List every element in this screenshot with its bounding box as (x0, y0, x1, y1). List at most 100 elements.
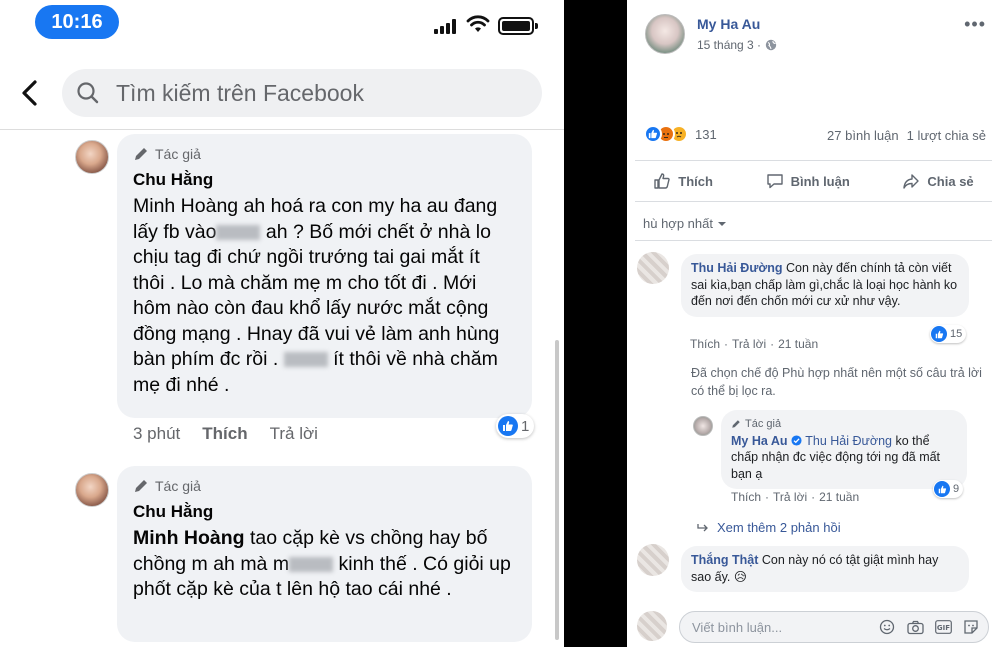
like-link[interactable]: Thích (731, 490, 761, 504)
search-input[interactable] (116, 69, 526, 117)
comment-button[interactable]: Bình luận (766, 172, 850, 190)
comment-text: Minh Hoàng tao cặp kè vs chồng hay bố ch… (133, 526, 516, 603)
post-author-avatar[interactable] (645, 14, 685, 54)
share-button-label: Chia sẻ (927, 173, 974, 189)
comment-bubble: Thắng Thật Con này nó có tật giật mình h… (681, 546, 969, 592)
share-button[interactable]: Chia sẻ (902, 172, 974, 190)
pencil-icon (135, 148, 147, 160)
comment-icon (766, 174, 783, 189)
gif-icon[interactable]: GIF (934, 618, 952, 636)
censored-word (289, 556, 334, 572)
mention-link[interactable]: Minh Hoàng (133, 527, 245, 549)
filter-label: hù hợp nhất (643, 216, 713, 231)
comment-composer[interactable]: GIF (679, 611, 989, 643)
pencil-icon (732, 420, 740, 428)
like-reaction-icon (644, 125, 662, 143)
comment-time: 21 tuần (819, 490, 860, 504)
author-badge: Tác giả (133, 144, 516, 164)
commenter-name[interactable]: My Ha Au (731, 434, 788, 448)
reaction-count: 1 (521, 417, 530, 435)
reaction-count: 131 (695, 126, 717, 142)
comment-input[interactable] (692, 612, 872, 642)
avatar[interactable] (637, 544, 669, 576)
divider (635, 201, 992, 202)
globe-icon (765, 39, 777, 51)
search-icon (77, 82, 99, 104)
caret-down-icon (717, 221, 726, 226)
post-action-bar: Thích Bình luận Chia sẻ (627, 162, 1000, 200)
reaction-count: 9 (953, 483, 960, 495)
post-panel: My Ha Au 15 tháng 3 · ••• 131 27 bình lu… (627, 0, 1000, 647)
avatar[interactable] (693, 416, 713, 436)
comment-bubble: Tác giả Chu Hằng Minh Hoàng ah hoá ra co… (117, 134, 532, 418)
reaction-summary[interactable]: 131 (644, 125, 717, 143)
author-tag-label: Tác giả (155, 146, 201, 162)
post-author-name[interactable]: My Ha Au (697, 16, 760, 32)
search-bar[interactable] (62, 69, 542, 117)
commenter-name[interactable]: Chu Hằng (133, 502, 516, 522)
like-icon (934, 481, 950, 497)
post-date: 15 tháng 3 · (697, 38, 777, 52)
commenter-name[interactable]: Chu Hằng (133, 170, 516, 190)
current-user-avatar (637, 611, 667, 641)
view-more-replies-label: Xem thêm 2 phản hồi (717, 520, 841, 535)
mention-link[interactable]: Thu Hải Đường (805, 434, 892, 448)
like-link[interactable]: Thích (202, 424, 247, 444)
signal-icon (434, 18, 460, 34)
avatar[interactable] (75, 473, 109, 507)
author-badge: Tác giả (731, 416, 957, 433)
author-badge: Tác giả (133, 476, 516, 496)
comment-text: Minh Hoàng ah hoá ra con my ha au đang l… (133, 194, 516, 398)
reply-bubble: Tác giả My Ha Au Thu Hải Đường ko thể ch… (721, 410, 967, 489)
scrollbar[interactable] (555, 340, 559, 640)
avatar[interactable] (637, 252, 669, 284)
comment-meta: Thích · Trả lời · 21 tuần (731, 490, 860, 504)
divider (0, 129, 564, 130)
thumbs-up-icon (654, 173, 671, 189)
like-link[interactable]: Thích (690, 337, 720, 351)
post-stats: 27 bình luận 1 lượt chia sẻ (827, 128, 986, 143)
reaction-badge[interactable]: 1 (496, 414, 535, 438)
emoji: 😥 (733, 569, 747, 584)
like-button-label: Thích (678, 173, 713, 189)
camera-icon[interactable] (906, 618, 924, 636)
more-options-icon[interactable]: ••• (964, 14, 986, 35)
commenter-name[interactable]: Thu Hải Đường (691, 261, 783, 275)
reply-link[interactable]: Trả lời (732, 337, 766, 351)
avatar[interactable] (75, 140, 109, 174)
shares-count[interactable]: 1 lượt chia sẻ (907, 128, 986, 143)
comment-button-label: Bình luận (790, 173, 850, 189)
status-time: 10:16 (35, 5, 119, 39)
author-tag-label: Tác giả (155, 478, 201, 494)
reply-link[interactable]: Trả lời (270, 424, 318, 444)
censored-word (216, 224, 261, 240)
emoji-icon[interactable] (878, 618, 896, 636)
commenter-name[interactable]: Thắng Thật (691, 553, 758, 567)
post-date-text: 15 tháng 3 · (697, 38, 762, 52)
comment-bubble: Thu Hải Đường Con này đến chính tả còn v… (681, 254, 969, 317)
comment-time: 3 phút (133, 424, 181, 443)
author-tag-label: Tác giả (745, 418, 782, 430)
like-icon (931, 326, 947, 342)
reaction-badge[interactable]: 15 (930, 325, 967, 343)
back-arrow-icon[interactable] (18, 78, 42, 108)
reaction-count: 15 (950, 328, 963, 340)
pencil-icon (135, 480, 147, 492)
like-icon (498, 416, 518, 436)
svg-text:GIF: GIF (936, 624, 949, 632)
like-button[interactable]: Thích (653, 172, 713, 190)
reaction-badge[interactable]: 9 (933, 480, 964, 498)
comment-time: 21 tuần (778, 337, 819, 351)
sticker-icon[interactable] (962, 618, 980, 636)
divider (635, 160, 992, 161)
comments-count[interactable]: 27 bình luận (827, 128, 899, 143)
verified-check-icon (791, 434, 802, 446)
censored-word (283, 352, 328, 368)
wifi-icon (466, 15, 490, 32)
comment-filter-dropdown[interactable]: hù hợp nhất (643, 216, 727, 231)
reply-arrow-icon (697, 523, 708, 531)
comment-bubble: Tác giả Chu Hằng Minh Hoàng tao cặp kè v… (117, 466, 532, 642)
write-comment-bar: GIF (627, 603, 1000, 647)
view-more-replies-link[interactable]: Xem thêm 2 phản hồi (697, 520, 841, 535)
reply-link[interactable]: Trả lời (773, 490, 807, 504)
